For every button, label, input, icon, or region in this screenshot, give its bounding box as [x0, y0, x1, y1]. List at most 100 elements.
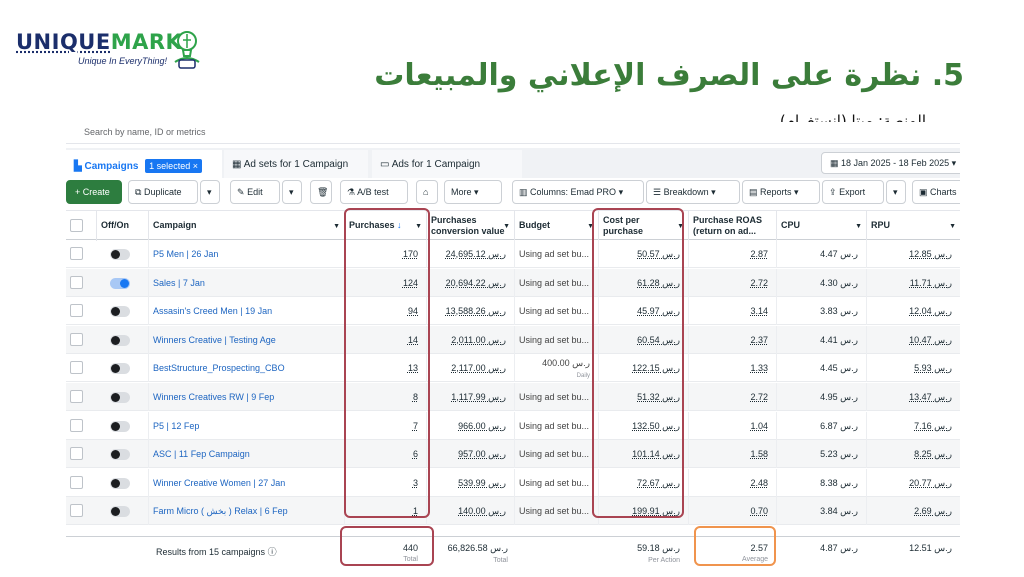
more-button[interactable]: More ▾ [444, 180, 502, 204]
table-row[interactable]: Winners Creative | Testing Age 14 2,011.00… [66, 325, 960, 354]
breakdown-button[interactable]: ☰ Breakdown ▾ [646, 180, 740, 204]
tab-ads[interactable]: ▭ Ads for 1 Campaign [372, 150, 522, 178]
cell-value: 539.99 ر.س [426, 468, 514, 497]
table-row[interactable]: ASC | 11 Fep Campaign 6 957.00 ر.س Using ad… [66, 440, 960, 469]
row-toggle-cell [66, 440, 148, 468]
close-icon[interactable]: × [193, 161, 198, 171]
tag-button[interactable]: ⌂ [416, 180, 438, 204]
select-all-checkbox[interactable] [66, 211, 96, 241]
cell-purchases: 124 [344, 268, 426, 297]
cell-cpu: 6.87 ر.س [776, 411, 866, 440]
cell-cpp: 132.50 ر.س [598, 411, 688, 440]
totals-purchases-caption: Total [403, 556, 418, 563]
charts-button[interactable]: ▣ Charts [912, 180, 960, 204]
row-toggle-cell [66, 497, 148, 525]
col-off-on[interactable]: Off/On [96, 211, 148, 241]
duplicate-button[interactable]: ⧉ Duplicate [128, 180, 198, 204]
cell-roas: 1.58 [688, 440, 776, 469]
table-row[interactable]: P5 | 12 Fep 7 966.00 ر.س Using ad set bu...… [66, 411, 960, 440]
cell-purchases: 7 [344, 411, 426, 440]
cell-name[interactable]: BestStructure_Prospecting_CBO [148, 354, 344, 383]
cell-name[interactable]: ASC | 11 Fep Campaign [148, 440, 344, 469]
col-purchases[interactable]: Purchases ↓ ▼ [344, 211, 426, 241]
status-toggle[interactable] [110, 449, 130, 461]
export-dropdown[interactable]: ▾ [886, 180, 906, 204]
export-icon: ⇪ [829, 187, 837, 197]
status-toggle[interactable] [110, 420, 130, 432]
cell-name[interactable]: P5 Men | 26 Jan [148, 240, 344, 268]
cell-name[interactable]: Winners Creatives RW | 9 Fep [148, 383, 344, 411]
col-conversion-value[interactable]: Purchases conversion value ▼ [426, 211, 514, 241]
ab-test-label: A/B test [357, 187, 389, 197]
status-toggle[interactable] [110, 392, 130, 403]
cell-roas: 2.87 [688, 240, 776, 268]
search-input[interactable]: Search by name, ID or metrics [66, 122, 960, 144]
info-icon[interactable]: ⓘ [268, 547, 277, 557]
cell-budget: Using ad set bu... [514, 497, 598, 526]
edit-label: Edit [247, 187, 263, 197]
cell-name[interactable]: Winner Creative Women | 27 Jan [148, 468, 344, 497]
cell-value: 20,694.22 ر.س [426, 268, 514, 297]
row-toggle-cell [66, 326, 148, 354]
col-rpu-label: RPU [871, 220, 891, 230]
table-row[interactable]: P5 Men | 26 Jan 170 24,695.12 ر.س Using ad … [66, 240, 960, 268]
status-toggle[interactable] [110, 249, 130, 260]
reports-button[interactable]: ▤ Reports ▾ [742, 180, 820, 204]
brand-name: UNIQUEMARK [16, 30, 182, 54]
cell-cpp: 60.54 ر.س [598, 325, 688, 354]
col-roas-label-2: (return on ad... [693, 226, 756, 236]
duplicate-dropdown[interactable]: ▾ [200, 180, 220, 204]
delete-button[interactable]: 🗑 [310, 180, 332, 204]
col-budget[interactable]: Budget ▼ [514, 211, 598, 241]
create-button[interactable]: + Create [66, 180, 122, 204]
col-roas[interactable]: Purchase ROAS (return on ad... [688, 211, 776, 241]
toolbar: + Create ⧉ Duplicate ▾ ✎ Edit ▾ 🗑 ⚗ A/B … [66, 180, 960, 206]
col-cpu[interactable]: CPU ▼ [776, 211, 866, 241]
cell-roas: 0.70 [688, 497, 776, 526]
cell-purchases: 14 [344, 325, 426, 354]
cell-budget: Using ad set bu... [514, 383, 598, 411]
charts-label: Charts [930, 187, 957, 197]
tab-campaigns[interactable]: ▙ Campaigns 1 selected × [66, 150, 222, 178]
status-toggle[interactable] [110, 277, 130, 289]
columns-button[interactable]: ▥ Columns: Emad PRO ▾ [512, 180, 644, 204]
status-toggle[interactable] [110, 334, 130, 346]
cell-cpu: 8.38 ر.س [776, 468, 866, 497]
ab-test-button[interactable]: ⚗ A/B test [340, 180, 408, 204]
status-toggle[interactable] [110, 306, 130, 318]
row-toggle-cell [66, 412, 148, 440]
tab-adsets[interactable]: ▦ Ad sets for 1 Campaign [224, 150, 368, 178]
cell-value: 1,117.99 ر.س [426, 383, 514, 411]
cell-name[interactable]: Winners Creative | Testing Age [148, 325, 344, 354]
cell-value: 140.00 ر.س [426, 497, 514, 526]
date-range-picker[interactable]: ▦ 18 Jan 2025 - 18 Feb 2025 ▾ [821, 152, 960, 174]
cell-cpu: 4.95 ر.س [776, 383, 866, 411]
cell-name[interactable]: Sales | 7 Jan [148, 268, 344, 297]
status-toggle[interactable] [110, 477, 130, 489]
table-row[interactable]: Assasin's Creed Men | 19 Jan 94 13,588.26 … [66, 297, 960, 326]
cell-name[interactable]: P5 | 12 Fep [148, 411, 344, 440]
cell-roas: 1.04 [688, 411, 776, 440]
table-row[interactable]: Winners Creatives RW | 9 Fep 8 1,117.99 ر.… [66, 383, 960, 411]
table-row[interactable]: Farm Micro ( بخش ) Relax | 6 Fep 1 140.00 … [66, 497, 960, 526]
status-toggle[interactable] [110, 506, 130, 518]
table-row[interactable]: BestStructure_Prospecting_CBO 13 2,117.00 … [66, 354, 960, 383]
edit-dropdown[interactable]: ▾ [282, 180, 302, 204]
pencil-icon: ✎ [237, 187, 245, 197]
cell-cpu: 5.23 ر.س [776, 440, 866, 469]
cell-name[interactable]: Assasin's Creed Men | 19 Jan [148, 297, 344, 326]
cell-cpp: 72.67 ر.س [598, 468, 688, 497]
cell-cpu: 4.30 ر.س [776, 268, 866, 297]
status-toggle[interactable] [110, 363, 130, 375]
col-cost-per-purchase[interactable]: Cost per purchase ▼ [598, 211, 688, 241]
selected-badge[interactable]: 1 selected × [145, 159, 202, 173]
edit-button[interactable]: ✎ Edit [230, 180, 280, 204]
cell-name[interactable]: Farm Micro ( بخش ) Relax | 6 Fep [148, 497, 344, 526]
brand-tagline: Unique In EveryThing! [78, 56, 168, 66]
totals-purchases: 440 Total [344, 537, 426, 568]
col-campaign[interactable]: Campaign ▼ [148, 211, 344, 241]
col-rpu[interactable]: RPU ▼ [866, 211, 960, 241]
table-row[interactable]: Winner Creative Women | 27 Jan 3 539.99 ر.… [66, 468, 960, 497]
export-button[interactable]: ⇪ Export [822, 180, 884, 204]
table-row[interactable]: Sales | 7 Jan 124 20,694.22 ر.س Using ad se… [66, 268, 960, 297]
